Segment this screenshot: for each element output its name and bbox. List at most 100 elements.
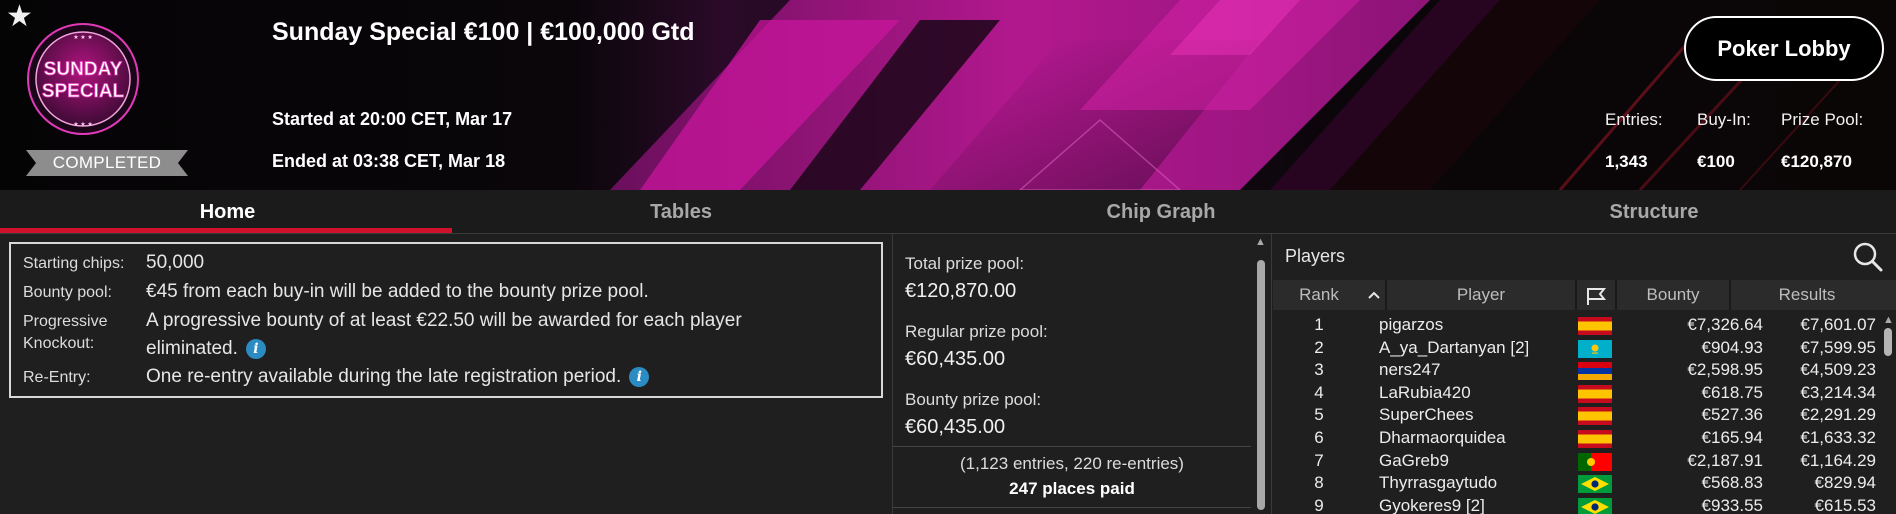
table-row[interactable]: 4 LaRubia420 €618.75 €3,214.34 (1273, 383, 1896, 406)
tournament-title: Sunday Special €100 | €100,000 Gtd (272, 18, 695, 46)
table-row[interactable]: 6 Dharmaorquidea €165.94 €1,633.32 (1273, 428, 1896, 451)
bounty-cell: €527.36 (1701, 405, 1763, 425)
results-column-header[interactable]: Results (1731, 280, 1883, 310)
results-cell: €7,599.95 (1800, 337, 1876, 357)
table-row[interactable]: 7 GaGreb9 €2,187.91 €1,164.29 (1273, 451, 1896, 474)
regular-prize-label: Regular prize pool: (905, 322, 1048, 341)
players-title: Players (1285, 246, 1346, 266)
starting-chips-label: Starting chips: (23, 255, 125, 272)
player-name-cell[interactable]: GaGreb9 (1379, 451, 1449, 471)
buyin-value: €100 (1697, 152, 1735, 171)
bounty-column-header[interactable]: Bounty (1617, 280, 1729, 310)
results-cell: €4,509.23 (1800, 360, 1876, 380)
chevron-up-icon[interactable] (1367, 289, 1381, 301)
reentry-value: One re-entry available during the late r… (146, 363, 650, 391)
entries-value: 1,343 (1605, 152, 1648, 171)
progressive-label-line2: Knockout: (23, 335, 95, 352)
player-name-cell[interactable]: SuperChees (1379, 405, 1474, 425)
bounty-cell: €904.93 (1701, 337, 1763, 357)
tab-chip-graph[interactable]: Chip Graph (930, 190, 1392, 234)
table-row[interactable]: 8 Thyrrasgaytudo €568.83 €829.94 (1273, 473, 1896, 496)
places-paid: 247 places paid (1009, 479, 1135, 498)
scroll-up-arrow-icon[interactable]: ▲ (1883, 314, 1894, 326)
country-flag-icon (1578, 452, 1612, 471)
bounty-cell: €2,598.95 (1687, 360, 1763, 380)
bounty-cell: €618.75 (1701, 382, 1763, 402)
sunday-special-logo: ★ ★ ★ ★ ★ ★ SUNDAY SPECIAL (27, 23, 139, 135)
rank-cell: 1 (1314, 315, 1324, 334)
starting-chips-value: 50,000 (146, 252, 205, 273)
total-prize-label: Total prize pool: (905, 254, 1025, 273)
country-flag-icon (1578, 475, 1612, 494)
rank-cell: 8 (1314, 473, 1324, 493)
active-tab-indicator (0, 228, 452, 233)
bounty-cell: €7,326.64 (1687, 315, 1763, 334)
tournament-info-box: Starting chips: 50,000 Bounty pool: €45 … (9, 242, 883, 398)
bounty-cell: €165.94 (1701, 428, 1763, 447)
tab-tables[interactable]: Tables (455, 190, 907, 234)
table-row[interactable]: 1 pigarzos €7,326.64 €7,601.07 (1273, 315, 1896, 338)
entries-breakdown: (1,123 entries, 220 re-entries) (960, 454, 1184, 473)
progressive-value-line2: eliminated. i (146, 335, 266, 363)
table-row[interactable]: 5 SuperChees €527.36 €2,291.29 (1273, 405, 1896, 428)
bounty-cell: €568.83 (1701, 473, 1763, 493)
regular-prize-value: €60,435.00 (905, 348, 1006, 370)
player-name-cell[interactable]: Thyrrasgaytudo (1379, 473, 1497, 493)
country-flag-icon (1578, 339, 1612, 358)
player-name-cell[interactable]: pigarzos (1379, 315, 1443, 335)
start-time: Started at 20:00 CET, Mar 17 (272, 109, 513, 129)
progressive-label-line1: Progressive (23, 313, 108, 330)
country-flag-icon (1578, 407, 1612, 426)
info-icon[interactable]: i (629, 366, 650, 387)
results-cell: €3,214.34 (1800, 382, 1876, 402)
table-row[interactable]: 3 ners247 €2,598.95 €4,509.23 (1273, 360, 1896, 383)
prize-pool-label: Prize Pool: (1781, 110, 1864, 129)
search-icon[interactable] (1851, 240, 1885, 274)
results-cell: €1,164.29 (1800, 450, 1876, 470)
country-flag-icon (1578, 384, 1612, 403)
column-separator (1575, 280, 1577, 310)
total-prize-value: €120,870.00 (905, 280, 1017, 302)
tab-structure[interactable]: Structure (1420, 190, 1888, 234)
results-cell: €2,291.29 (1800, 405, 1876, 425)
info-icon[interactable]: i (245, 338, 266, 359)
reentry-label: Re-Entry: (23, 369, 91, 386)
results-cell: €1,633.32 (1800, 428, 1876, 447)
bounty-prize-label: Bounty prize pool: (905, 390, 1042, 409)
svg-text:SPECIAL: SPECIAL (42, 81, 125, 102)
bounty-pool-label: Bounty pool: (23, 284, 112, 301)
rank-column-header[interactable]: Rank (1273, 280, 1365, 310)
bounty-pool-value: €45 from each buy-in will be added to th… (146, 281, 649, 302)
player-column-header[interactable]: Player (1387, 280, 1575, 310)
results-cell: €615.53 (1814, 495, 1876, 514)
country-flag-icon (1578, 430, 1612, 448)
prize-panel-scrollbar[interactable] (1257, 260, 1265, 510)
prize-pool-value: €120,870 (1781, 152, 1852, 171)
player-name-cell[interactable]: Gyokeres9 [2] (1379, 496, 1485, 514)
player-name-cell[interactable]: LaRubia420 (1379, 383, 1471, 403)
poker-lobby-button[interactable]: Poker Lobby (1684, 16, 1884, 81)
prize-pool-panel: Total prize pool: €120,870.00 Regular pr… (892, 234, 1272, 514)
results-cell: €7,601.07 (1800, 315, 1876, 334)
player-name-cell[interactable]: A_ya_Dartanyan [2] (1379, 338, 1529, 358)
rank-cell: 6 (1314, 428, 1324, 447)
country-flag-icon (1578, 362, 1612, 381)
players-scrollbar[interactable] (1884, 328, 1892, 356)
scroll-up-arrow-icon[interactable]: ▲ (1255, 236, 1266, 248)
svg-text:SUNDAY: SUNDAY (44, 59, 123, 80)
table-row[interactable]: 9 Gyokeres9 [2] €933.55 €615.53 (1273, 496, 1896, 514)
players-panel: Players Rank Player Bounty Results 1 piga… (1273, 234, 1896, 514)
bounty-prize-value: €60,435.00 (905, 416, 1006, 438)
table-row[interactable]: 2 A_ya_Dartanyan [2] €904.93 €7,599.95 (1273, 338, 1896, 361)
player-name-cell[interactable]: ners247 (1379, 360, 1440, 380)
country-flag-icon (1578, 497, 1612, 514)
svg-text:★ ★ ★: ★ ★ ★ (73, 121, 92, 128)
progressive-value-text: eliminated. (146, 338, 238, 359)
flag-icon[interactable] (1585, 286, 1607, 306)
rank-cell: 2 (1314, 337, 1324, 357)
country-flag-icon (1578, 317, 1612, 335)
end-time: Ended at 03:38 CET, Mar 18 (272, 151, 506, 171)
rank-cell: 9 (1314, 495, 1324, 514)
rank-cell: 4 (1314, 382, 1324, 402)
player-name-cell[interactable]: Dharmaorquidea (1379, 428, 1506, 448)
